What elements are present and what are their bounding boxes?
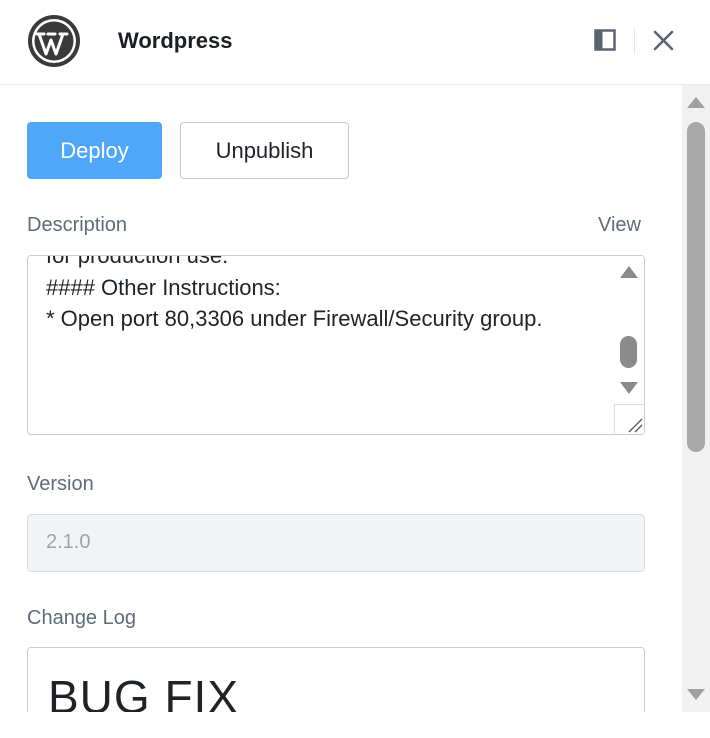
changelog-editor[interactable]: BUG FIX bbox=[27, 647, 645, 712]
panel-scrollbar[interactable] bbox=[682, 85, 710, 712]
version-field: 2.1.0 bbox=[27, 514, 645, 572]
description-textarea[interactable]: for production use. #### Other Instructi… bbox=[27, 255, 645, 435]
panel-scroll-thumb[interactable] bbox=[687, 122, 705, 452]
header-divider bbox=[634, 28, 635, 54]
panel-toggle-icon[interactable] bbox=[594, 29, 616, 51]
deploy-button[interactable]: Deploy bbox=[27, 122, 162, 179]
panel-content: Deploy Unpublish Description View for pr… bbox=[0, 85, 682, 712]
description-scroll-thumb[interactable] bbox=[620, 336, 637, 368]
wordpress-logo-icon bbox=[28, 15, 80, 67]
panel-header: Wordpress bbox=[0, 0, 710, 85]
app-title: Wordpress bbox=[118, 28, 233, 53]
panel-scroll-down-icon[interactable] bbox=[687, 689, 705, 700]
version-label: Version bbox=[27, 473, 94, 495]
scroll-down-arrow-icon[interactable] bbox=[620, 382, 638, 394]
changelog-label: Change Log bbox=[27, 607, 136, 629]
changelog-heading: BUG FIX bbox=[48, 671, 240, 712]
unpublish-button[interactable]: Unpublish bbox=[180, 122, 349, 179]
close-icon[interactable] bbox=[653, 30, 674, 51]
description-text: for production use. #### Other Instructi… bbox=[46, 255, 543, 331]
scroll-up-arrow-icon[interactable] bbox=[620, 266, 638, 278]
panel-scroll-up-icon[interactable] bbox=[687, 97, 705, 108]
view-description-link[interactable]: View bbox=[598, 214, 641, 237]
resize-handle-icon[interactable] bbox=[614, 404, 644, 434]
description-label: Description bbox=[27, 214, 128, 236]
